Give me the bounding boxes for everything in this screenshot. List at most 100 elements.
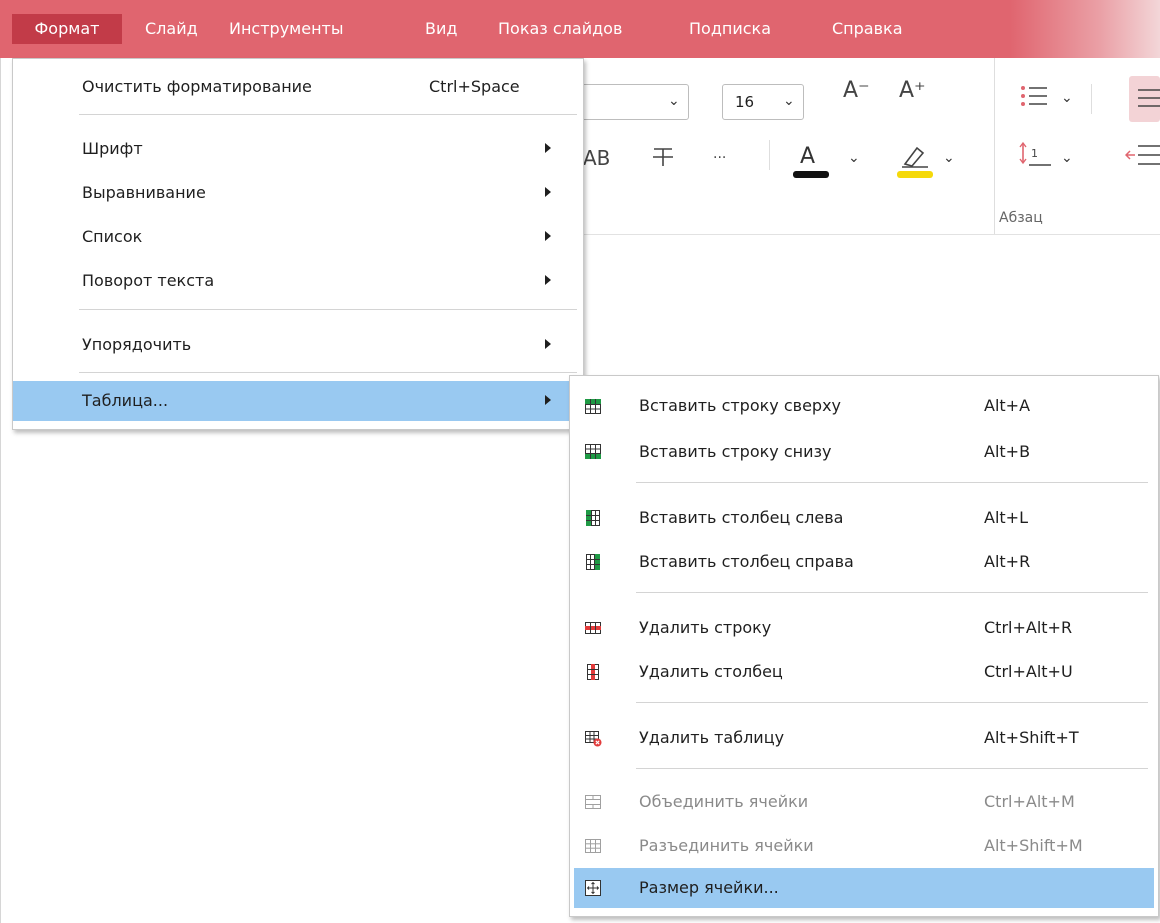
strikethrough-label: AB <box>583 146 611 170</box>
menu-item-label: Список <box>82 227 143 246</box>
menu-item-label: Выравнивание <box>82 183 206 202</box>
menu-item-label: Шрифт <box>82 139 143 158</box>
svg-text:A: A <box>800 144 815 169</box>
chevron-down-icon[interactable]: ⌄ <box>1061 90 1073 106</box>
menu-item-insert-column-left[interactable]: Вставить столбец слева Alt+L <box>570 498 1158 538</box>
menu-separator <box>636 592 1148 593</box>
menu-item-shortcut: Alt+Shift+T <box>984 728 1079 747</box>
table-submenu: Вставить строку сверху Alt+A Вставить ст… <box>569 375 1159 917</box>
menu-item-shortcut: Ctrl+Space <box>429 77 520 96</box>
menu-item-shortcut: Ctrl+Alt+R <box>984 618 1073 637</box>
delete-table-icon <box>585 731 602 747</box>
increase-font-button[interactable]: A⁺ <box>899 78 926 103</box>
menu-slideshow[interactable]: Показ слайдов <box>498 14 622 44</box>
submenu-arrow-icon <box>545 143 551 153</box>
window-left-border <box>0 58 1 923</box>
submenu-arrow-icon <box>545 275 551 285</box>
menu-item-label: Таблица... <box>82 391 169 410</box>
menu-item-alignment[interactable]: Выравнивание <box>13 173 583 213</box>
menu-item-label: Вставить строку сверху <box>639 396 842 415</box>
submenu-arrow-icon <box>545 187 551 197</box>
menu-item-clear-formatting[interactable]: Очистить форматирование Ctrl+Space <box>13 67 583 107</box>
decrease-font-button[interactable]: A⁻ <box>843 78 870 103</box>
split-cells-icon <box>585 839 601 853</box>
font-size-combo[interactable]: 16 ⌄ <box>722 84 804 120</box>
menu-separator <box>79 114 577 115</box>
menu-item-label: Упорядочить <box>82 335 192 354</box>
menu-item-label: Разъединить ячейки <box>639 836 814 855</box>
chevron-down-icon[interactable]: ⌄ <box>943 150 955 166</box>
menu-separator <box>79 372 577 373</box>
menu-item-list[interactable]: Список <box>13 217 583 257</box>
menu-subscription[interactable]: Подписка <box>689 14 771 44</box>
menu-item-delete-table[interactable]: Удалить таблицу Alt+Shift+T <box>570 718 1158 758</box>
cell-size-icon <box>585 880 601 896</box>
menu-item-label: Вставить строку снизу <box>639 442 832 461</box>
menu-item-insert-column-right[interactable]: Вставить столбец справа Alt+R <box>570 542 1158 582</box>
menu-item-shortcut: Alt+R <box>984 552 1031 571</box>
decrease-indent-icon[interactable] <box>1125 142 1160 168</box>
menu-item-insert-row-above[interactable]: Вставить строку сверху Alt+A <box>570 386 1158 426</box>
align-left-icon <box>1138 89 1160 107</box>
menubar-fade <box>1010 0 1160 58</box>
menu-item-label: Удалить столбец <box>639 662 783 681</box>
submenu-arrow-icon <box>545 339 551 349</box>
menu-item-shortcut: Alt+L <box>984 508 1028 527</box>
menu-item-shortcut: Alt+B <box>984 442 1031 461</box>
menu-item-delete-row[interactable]: Удалить строку Ctrl+Alt+R <box>570 608 1158 648</box>
insert-column-right-icon <box>586 554 600 570</box>
menu-item-label: Удалить таблицу <box>639 728 785 747</box>
menu-slide[interactable]: Слайд <box>145 14 198 44</box>
menu-separator <box>636 702 1148 703</box>
menu-view[interactable]: Вид <box>425 14 457 44</box>
svg-text:1: 1 <box>1031 147 1038 160</box>
menu-item-cell-size[interactable]: Размер ячейки... <box>574 868 1154 908</box>
line-spacing-icon[interactable]: 1 <box>1019 140 1053 170</box>
menu-item-label: Удалить строку <box>639 618 772 637</box>
submenu-arrow-icon <box>545 395 551 405</box>
menu-format[interactable]: Формат <box>12 14 122 44</box>
menu-item-font[interactable]: Шрифт <box>13 129 583 169</box>
menu-separator <box>79 309 577 310</box>
menu-item-label: Вставить столбец слева <box>639 508 844 527</box>
menu-item-shortcut: Ctrl+Alt+U <box>984 662 1073 681</box>
menu-separator <box>636 482 1148 483</box>
menu-item-label: Поворот текста <box>82 271 215 290</box>
strikethrough-icon[interactable] <box>651 144 675 168</box>
chevron-down-icon[interactable]: ⌄ <box>848 150 860 166</box>
chevron-down-icon[interactable]: ⌄ <box>783 93 795 109</box>
align-left-button[interactable] <box>1129 76 1160 122</box>
more-options-button[interactable]: ··· <box>713 150 726 166</box>
menubar: Формат Слайд Инструменты Вид Показ слайд… <box>0 0 1160 58</box>
menu-item-table[interactable]: Таблица... <box>13 381 583 421</box>
group-separator <box>994 58 995 234</box>
chevron-down-icon[interactable]: ⌄ <box>668 93 680 109</box>
menu-help[interactable]: Справка <box>832 14 903 44</box>
chevron-down-icon[interactable]: ⌄ <box>1061 150 1073 166</box>
ribbon-toolbar: ⌄ 16 ⌄ A⁻ A⁺ AB ··· A ⌄ ⌄ ⌄ 1 ⌄ Абзац <box>563 58 1160 235</box>
menu-item-shortcut: Alt+Shift+M <box>984 836 1083 855</box>
font-color-icon[interactable]: A <box>791 138 831 180</box>
menu-item-text-rotation[interactable]: Поворот текста <box>13 261 583 301</box>
menu-tools[interactable]: Инструменты <box>229 14 344 44</box>
menu-item-split-cells: Разъединить ячейки Alt+Shift+M <box>570 826 1158 866</box>
insert-row-below-icon <box>585 444 601 459</box>
submenu-arrow-icon <box>545 231 551 241</box>
menu-item-arrange[interactable]: Упорядочить <box>13 325 583 365</box>
insert-column-left-icon <box>586 510 600 526</box>
format-menu: Очистить форматирование Ctrl+Space Шрифт… <box>12 58 584 430</box>
separator <box>769 140 770 170</box>
menu-item-label: Очистить форматирование <box>82 77 312 96</box>
menu-item-merge-cells: Объединить ячейки Ctrl+Alt+M <box>570 782 1158 822</box>
menu-item-label: Объединить ячейки <box>639 792 809 811</box>
delete-row-icon <box>585 622 601 634</box>
delete-column-icon <box>587 664 599 680</box>
menu-item-shortcut: Ctrl+Alt+M <box>984 792 1075 811</box>
menu-item-delete-column[interactable]: Удалить столбец Ctrl+Alt+U <box>570 652 1158 692</box>
menu-item-insert-row-below[interactable]: Вставить строку снизу Alt+B <box>570 432 1158 472</box>
menu-item-label: Вставить столбец справа <box>639 552 854 571</box>
separator <box>1091 84 1092 114</box>
highlight-color-icon[interactable] <box>895 138 935 180</box>
paragraph-group-label: Абзац <box>999 210 1043 226</box>
bullet-list-icon[interactable] <box>1019 82 1051 110</box>
